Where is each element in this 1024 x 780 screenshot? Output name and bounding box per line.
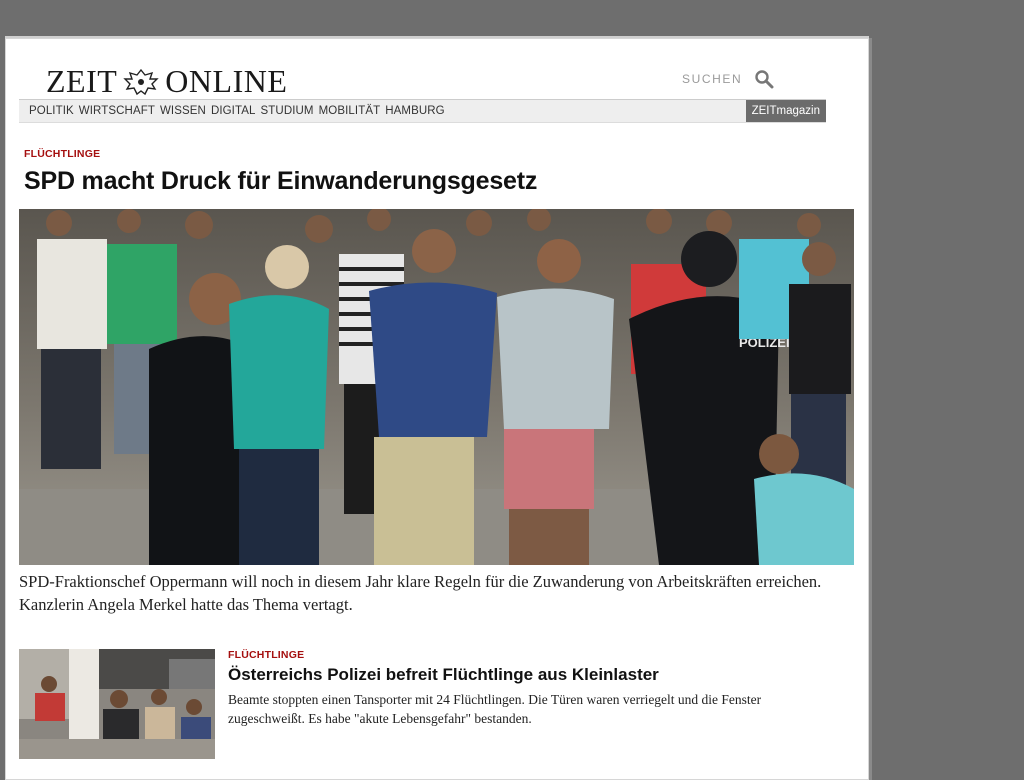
nav-item-politik[interactable]: POLITIK [29, 100, 74, 122]
refugees-van-photo [19, 649, 215, 759]
nav-item-mobilitaet[interactable]: MOBILITÄT [319, 100, 381, 122]
main-navigation: POLITIK WIRTSCHAFT WISSEN DIGITAL STUDIU… [19, 99, 826, 123]
main-article-teaser[interactable]: SPD-Fraktionschef Oppermann will noch in… [19, 570, 849, 616]
main-article-image[interactable]: POLIZEI [19, 209, 854, 565]
second-article-image[interactable] [19, 649, 215, 759]
nav-item-wissen[interactable]: WISSEN [160, 100, 206, 122]
second-article-teaser[interactable]: Beamte stoppten einen Tansporter mit 24 … [228, 690, 788, 728]
main-article-title[interactable]: SPD macht Druck für Einwanderungsgesetz [24, 167, 537, 196]
nav-item-wirtschaft[interactable]: WIRTSCHAFT [79, 100, 155, 122]
main-article-kicker[interactable]: FLÜCHTLINGE [24, 148, 100, 160]
zeitmagazin-link[interactable]: ZEITmagazin [745, 100, 826, 122]
logo-text-online: ONLINE [165, 63, 288, 99]
search-control[interactable]: SUCHEN [682, 69, 774, 89]
logo-text-zeit: ZEIT [46, 63, 118, 99]
nav-item-hamburg[interactable]: HAMBURG [385, 100, 444, 122]
second-article-title[interactable]: Österreichs Polizei befreit Flüchtlinge … [228, 665, 659, 685]
browser-page: ZEIT ONLINE SUCHEN POLITIK WIRTSCHAFT WI… [5, 38, 869, 780]
magnifier-icon[interactable] [754, 69, 774, 89]
nav-item-digital[interactable]: DIGITAL [211, 100, 256, 122]
eagle-crest-icon [123, 68, 159, 95]
site-logo[interactable]: ZEIT ONLINE [46, 63, 287, 100]
nav-item-studium[interactable]: STUDIUM [261, 100, 314, 122]
second-article-kicker[interactable]: FLÜCHTLINGE [228, 649, 304, 661]
refugees-photo: POLIZEI [19, 209, 854, 565]
search-label[interactable]: SUCHEN [682, 72, 742, 86]
